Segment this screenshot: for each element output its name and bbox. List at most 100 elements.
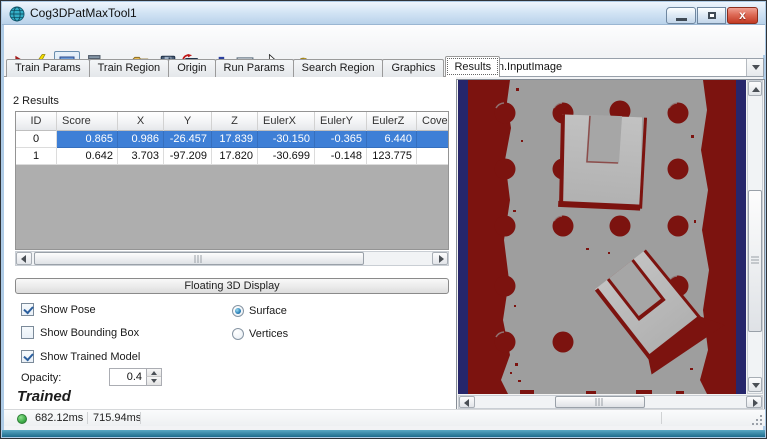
radio-icon — [232, 305, 244, 317]
tab-origin[interactable]: Origin — [168, 59, 215, 77]
column-header-z[interactable]: Z — [212, 112, 258, 131]
dropdown-button[interactable] — [746, 59, 763, 76]
cell-id[interactable]: 0 — [16, 131, 57, 148]
checkbox-icon — [21, 350, 34, 363]
cell-eulerx[interactable]: -30.150 — [258, 131, 315, 148]
scroll-up-button[interactable] — [748, 81, 762, 96]
arrow-down-icon — [151, 379, 157, 383]
detected-part-1 — [554, 110, 649, 213]
cell-y[interactable]: -97.209 — [164, 148, 212, 165]
tab-train-region[interactable]: Train Region — [89, 59, 170, 77]
restore-button[interactable] — [697, 7, 726, 24]
tab-train-params[interactable]: Train Params — [6, 59, 90, 77]
cell-z[interactable]: 17.839 — [212, 131, 258, 148]
cell-eulery[interactable]: -0.365 — [315, 131, 367, 148]
cell-coverage[interactable] — [417, 148, 449, 165]
scrollbar-thumb[interactable] — [34, 252, 364, 265]
cell-eulerz[interactable]: 123.775 — [367, 148, 417, 165]
minimize-button[interactable] — [666, 7, 696, 24]
cell-eulerz[interactable]: 6.440 — [367, 131, 417, 148]
table-horizontal-scrollbar[interactable] — [15, 251, 449, 266]
cell-z[interactable]: 17.820 — [212, 148, 258, 165]
column-header-eulery[interactable]: EulerY — [315, 112, 367, 131]
status-separator — [140, 412, 141, 424]
scroll-right-button[interactable] — [746, 396, 762, 408]
checkbox-label: Show Bounding Box — [40, 326, 139, 340]
column-header-eulerx[interactable]: EulerX — [258, 112, 315, 131]
table-row[interactable]: 1 0.642 3.703 -97.209 17.820 -30.699 -0.… — [16, 148, 449, 165]
arrow-down-icon — [752, 383, 760, 388]
tab-results[interactable]: Results — [445, 56, 500, 77]
radio-icon — [232, 328, 244, 340]
depth-image[interactable] — [458, 80, 746, 394]
window-frame: Cog3DPatMaxTool1 x — [0, 0, 767, 439]
arrow-left-icon — [21, 255, 26, 263]
radio-label: Vertices — [249, 327, 288, 341]
checkbox-icon — [21, 326, 34, 339]
scroll-left-button[interactable] — [459, 396, 475, 408]
window-title: Cog3DPatMaxTool1 — [30, 2, 137, 24]
total-time-label: 715.94ms — [93, 410, 141, 426]
cell-y[interactable]: -26.457 — [164, 131, 212, 148]
tab-strip: Train Params Train Region Origin Run Par… — [6, 58, 499, 77]
restore-icon — [708, 12, 716, 19]
opacity-value[interactable]: 0.4 — [110, 369, 145, 385]
results-count-label: 2 Results — [13, 95, 59, 107]
arrow-left-icon — [464, 399, 469, 407]
scroll-left-button[interactable] — [16, 252, 32, 265]
arrow-right-icon — [439, 255, 444, 263]
arrow-right-icon — [753, 399, 758, 407]
image-vertical-scrollbar[interactable] — [747, 80, 763, 394]
table-header-row: ID Score X Y Z EulerX EulerY EulerZ Cove… — [16, 112, 449, 131]
radio-label: Surface — [249, 304, 287, 318]
tab-search-region[interactable]: Search Region — [293, 59, 384, 77]
checkbox-icon — [21, 303, 34, 316]
status-green-dot — [17, 414, 27, 424]
scrollbar-thumb[interactable] — [748, 190, 762, 332]
cell-x[interactable]: 3.703 — [118, 148, 164, 165]
image-source-dropdown[interactable]: LastRun.InputImage — [458, 58, 764, 77]
checkbox-label: Show Trained Model — [40, 350, 140, 364]
minimize-icon — [676, 18, 687, 21]
spinner-up-button[interactable] — [146, 369, 161, 377]
resize-grip[interactable] — [752, 415, 762, 425]
arrow-up-icon — [752, 87, 760, 92]
cell-x[interactable]: 0.986 — [118, 131, 164, 148]
opacity-spinner[interactable]: 0.4 — [109, 368, 162, 386]
floating-3d-display-button[interactable]: Floating 3D Display — [15, 278, 449, 294]
title-bar[interactable]: Cog3DPatMaxTool1 x — [2, 2, 765, 25]
cell-eulerx[interactable]: -30.699 — [258, 148, 315, 165]
table-row[interactable]: 0 0.865 0.986 -26.457 17.839 -30.150 -0.… — [16, 131, 449, 148]
scrollbar-thumb[interactable] — [555, 396, 645, 408]
thumb-grip-icon — [751, 257, 759, 266]
cell-score[interactable]: 0.642 — [57, 148, 118, 165]
scroll-down-button[interactable] — [748, 377, 762, 392]
tab-graphics[interactable]: Graphics — [382, 59, 444, 77]
status-separator — [87, 412, 88, 424]
column-header-y[interactable]: Y — [164, 112, 212, 131]
tab-run-params[interactable]: Run Params — [215, 59, 294, 77]
column-header-x[interactable]: X — [118, 112, 164, 131]
thumb-grip-icon — [596, 398, 605, 406]
column-header-score[interactable]: Score — [57, 112, 118, 131]
cell-score[interactable]: 0.865 — [57, 131, 118, 148]
scroll-right-button[interactable] — [432, 252, 448, 265]
column-header-id[interactable]: ID — [16, 112, 57, 131]
image-left-edge — [458, 80, 468, 394]
results-table: ID Score X Y Z EulerX EulerY EulerZ Cove… — [15, 111, 449, 250]
column-header-eulerz[interactable]: EulerZ — [367, 112, 417, 131]
image-horizontal-scrollbar[interactable] — [458, 395, 763, 409]
trained-status-label: Trained — [17, 388, 71, 405]
cell-eulery[interactable]: -0.148 — [315, 148, 367, 165]
image-right-edge — [736, 80, 746, 394]
status-separator — [661, 412, 662, 424]
app-globe-icon — [9, 6, 25, 22]
arrow-up-icon — [151, 371, 157, 375]
window-bottom-border — [2, 430, 765, 437]
chevron-down-icon — [752, 65, 760, 70]
column-header-coverage[interactable]: Coverage — [417, 112, 449, 131]
close-button[interactable]: x — [727, 7, 758, 24]
cell-coverage[interactable] — [417, 131, 449, 148]
cell-id[interactable]: 1 — [16, 148, 57, 165]
spinner-down-button[interactable] — [146, 377, 161, 385]
